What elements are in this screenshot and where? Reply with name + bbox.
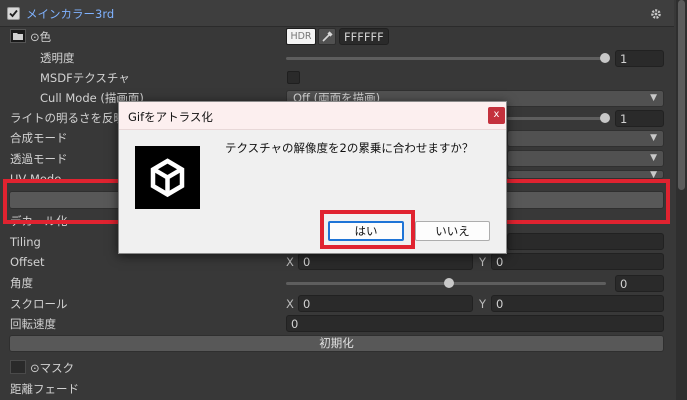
checkmark-icon xyxy=(9,9,18,18)
rotation-speed-label: 回転速度 xyxy=(10,317,56,331)
transparency-mode-dropdown[interactable]: ▼ xyxy=(507,150,664,167)
color-label: ⊙色 xyxy=(30,30,52,44)
dialog-title: Gifをアトラス化 xyxy=(128,110,213,124)
scrollbar-track[interactable] xyxy=(676,0,687,400)
dialog-close-button[interactable]: x xyxy=(488,107,505,124)
light-slider-knob[interactable] xyxy=(600,113,610,123)
scroll-y-axis-label: Y xyxy=(479,297,487,311)
mask-label: ⊙マスク xyxy=(30,361,75,375)
section-header: メインカラー3rd xyxy=(0,0,674,27)
angle-label: 角度 xyxy=(10,276,33,290)
rotation-speed-field[interactable]: 0 xyxy=(286,315,664,332)
opacity-value-field[interactable]: 1 xyxy=(615,50,664,67)
eyedropper-button[interactable] xyxy=(318,28,336,45)
scroll-x-field[interactable]: 0 xyxy=(298,295,473,312)
tiling-field[interactable] xyxy=(507,233,664,250)
unity-logo xyxy=(135,146,200,209)
section-enable-checkbox[interactable] xyxy=(7,7,20,20)
dropdown-arrow-icon: ▼ xyxy=(650,133,657,143)
color-hex-field[interactable]: FFFFFF xyxy=(339,28,389,45)
opacity-slider-track[interactable] xyxy=(286,57,606,60)
angle-value-field[interactable]: 0 xyxy=(615,275,664,292)
opacity-label: 透明度 xyxy=(40,51,75,65)
offset-y-field[interactable]: 0 xyxy=(491,253,664,270)
angle-slider-knob[interactable] xyxy=(444,278,454,288)
scrollbar-thumb[interactable] xyxy=(678,0,685,190)
folder-icon xyxy=(13,33,23,40)
offset-label: Offset xyxy=(10,255,45,269)
dialog-titlebar: Gifをアトラス化 x xyxy=(119,102,506,130)
dropdown-arrow-icon: ▼ xyxy=(650,93,657,103)
scroll-y-field[interactable]: 0 xyxy=(491,295,664,312)
blend-mode-dropdown[interactable]: ▼ xyxy=(507,130,664,147)
atlas-dialog: Gifをアトラス化 x テクスチャの解像度を2の累乗に合わせますか？ はい いい… xyxy=(118,101,507,254)
no-button[interactable]: いいえ xyxy=(415,221,490,241)
unity-logo-icon xyxy=(150,158,185,198)
blend-mode-label: 合成モード xyxy=(10,131,68,145)
scroll-x-axis-label: X xyxy=(286,297,294,311)
color-swatch-hdr[interactable]: HDR xyxy=(286,28,316,45)
light-label: ライトの明るさを反映 xyxy=(10,111,125,125)
uv-mode-dropdown[interactable]: ▼ xyxy=(507,170,664,179)
opacity-slider-knob[interactable] xyxy=(600,53,610,63)
transparency-mode-label: 透過モード xyxy=(10,152,68,166)
gear-icon[interactable] xyxy=(650,8,662,20)
msdf-label: MSDFテクスチャ xyxy=(40,71,130,85)
light-slider-track[interactable] xyxy=(507,117,605,120)
texture-thumbnail[interactable] xyxy=(10,29,26,43)
reset-button[interactable]: 初期化 xyxy=(9,335,664,352)
dropdown-arrow-icon: ▼ xyxy=(650,153,657,163)
light-value-field[interactable]: 1 xyxy=(615,110,664,127)
uv-mode-label: UV Mode xyxy=(10,172,62,179)
msdf-checkbox[interactable] xyxy=(287,71,300,84)
scroll-label: スクロール xyxy=(10,297,68,311)
mask-thumbnail[interactable] xyxy=(10,360,26,374)
eyedropper-icon xyxy=(322,31,333,42)
section-title: メインカラー3rd xyxy=(26,7,115,21)
offset-x-axis-label: X xyxy=(286,255,294,269)
offset-x-field[interactable]: 0 xyxy=(298,253,473,270)
tiling-label: Tiling xyxy=(10,235,41,249)
dropdown-arrow-icon: ▼ xyxy=(650,170,657,179)
offset-y-axis-label: Y xyxy=(479,255,487,269)
dialog-message: テクスチャの解像度を2の累乗に合わせますか？ xyxy=(225,141,474,155)
highlight-box-yes xyxy=(320,210,415,249)
distance-fade-label: 距離フェード xyxy=(10,382,79,396)
